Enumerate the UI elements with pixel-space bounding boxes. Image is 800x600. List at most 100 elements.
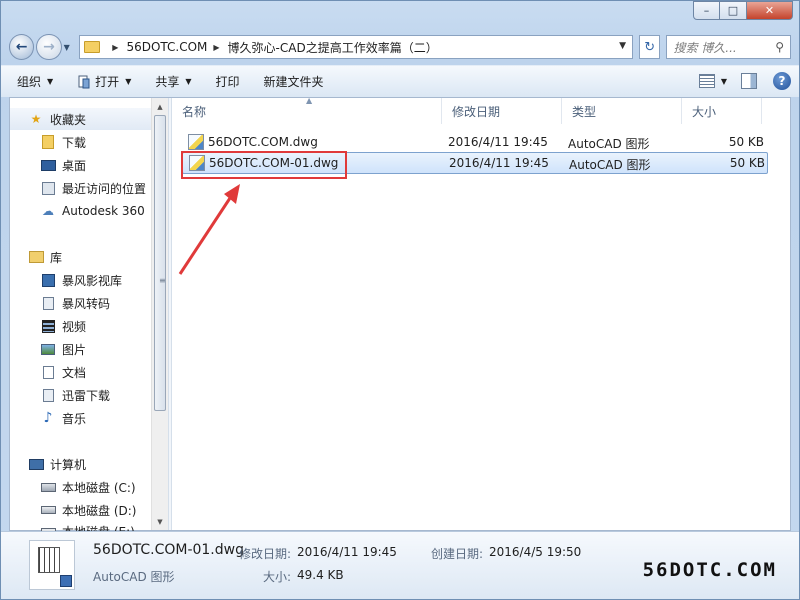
sidebar-item-recent-places[interactable]: 最近访问的位置 — [40, 177, 146, 199]
system-drive-icon — [40, 480, 56, 494]
file-row[interactable]: 56DOTC.COM.dwg 2016/4/11 19:45 AutoCAD 图… — [182, 131, 766, 153]
column-header-name[interactable]: 名称 ▲ — [172, 96, 442, 124]
breadcrumb-root[interactable]: 56DOTC.COM — [126, 40, 207, 54]
dropdown-arrow-icon: ▼ — [125, 77, 132, 86]
details-filetype: AutoCAD 图形 — [93, 570, 175, 584]
open-label: 打开 — [95, 75, 120, 89]
sidebar-item-downloads[interactable]: 下载 — [40, 131, 86, 153]
scrollbar-thumb[interactable]: ≡ — [154, 115, 166, 411]
sidebar-item-music[interactable]: ♪ 音乐 — [40, 407, 86, 429]
drive-icon — [40, 503, 56, 517]
desktop-icon — [40, 158, 56, 172]
sidebar-item-baofeng-library[interactable]: 暴风影视库 — [40, 269, 122, 291]
new-folder-button[interactable]: 新建文件夹 — [264, 73, 324, 90]
address-dropdown-icon[interactable]: ▼ — [619, 41, 626, 51]
refresh-button[interactable]: ↻ — [639, 35, 661, 59]
help-icon[interactable]: ? — [773, 72, 791, 90]
sidebar-item-desktop[interactable]: 桌面 — [40, 154, 86, 176]
sidebar-label: 迅雷下载 — [62, 388, 111, 403]
highlight-box — [181, 151, 347, 179]
column-header-modified[interactable]: 修改日期 — [442, 98, 562, 124]
sidebar-item-xunlei-downloads[interactable]: 迅雷下载 — [40, 384, 110, 406]
library-icon — [40, 388, 56, 402]
sidebar-label: Autodesk 360 — [62, 204, 145, 218]
column-headers: 名称 ▲ 修改日期 类型 大小 — [172, 96, 790, 124]
cloud-icon: ☁ — [42, 204, 54, 218]
sidebar-item-baofeng-transcode[interactable]: 暴风转码 — [40, 292, 110, 314]
chevron-right-icon[interactable]: ▶ — [213, 43, 219, 52]
open-button[interactable]: 打开 ▼ — [77, 73, 131, 90]
sidebar-label: 视频 — [62, 319, 87, 334]
watermark-text: 56DOTC.COM — [642, 559, 777, 581]
search-icon: ⚲ — [775, 40, 785, 54]
details-created-label: 创建日期: — [431, 547, 484, 561]
details-created-value: 2016/4/5 19:50 — [489, 545, 582, 559]
dropdown-arrow-icon: ▼ — [185, 77, 192, 86]
column-label: 类型 — [572, 104, 597, 119]
grip-icon: ≡ — [159, 276, 166, 285]
sidebar-item-favorites[interactable]: ★ 收藏夹 — [10, 108, 151, 130]
forward-button[interactable]: → — [36, 34, 62, 60]
sidebar-label: 暴风影视库 — [62, 273, 123, 288]
open-icon — [78, 75, 90, 88]
minimize-button[interactable]: – — [693, 1, 720, 20]
toolbar-right: ▼ ? — [698, 72, 791, 90]
folder-icon — [84, 41, 101, 53]
address-bar[interactable]: ▶ 56DOTC.COM ▶ 博久弥心-CAD之提高工作效率篇（二） ▼ — [79, 35, 634, 59]
share-button[interactable]: 共享 ▼ — [155, 73, 191, 90]
film-icon — [40, 319, 56, 333]
computer-icon — [28, 457, 44, 471]
sidebar-item-drive-c[interactable]: 本地磁盘 (C:) — [40, 476, 136, 498]
document-icon — [40, 365, 56, 379]
back-button[interactable]: ← — [9, 34, 35, 60]
sidebar-label: 文档 — [62, 365, 87, 380]
sidebar-item-documents[interactable]: 文档 — [40, 361, 86, 383]
search-box[interactable]: 搜索 博久... ⚲ — [666, 35, 792, 59]
star-icon: ★ — [30, 112, 42, 126]
sidebar-item-pictures[interactable]: 图片 — [40, 338, 86, 360]
breadcrumb-current[interactable]: 博久弥心-CAD之提高工作效率篇（二） — [228, 39, 438, 56]
sidebar-scrollbar[interactable]: ▲ ≡ ▼ — [151, 98, 168, 530]
file-thumbnail — [29, 540, 75, 590]
recent-pages-dropdown[interactable]: ▼ — [64, 43, 76, 52]
column-label: 大小 — [692, 104, 717, 119]
arrow-left-icon: ← — [15, 39, 28, 55]
details-modified-value: 2016/4/11 19:45 — [297, 545, 397, 559]
scroll-up-icon[interactable]: ▲ — [152, 98, 168, 115]
sidebar-label: 本地磁盘 (C:) — [62, 480, 136, 495]
sidebar-label: 下载 — [62, 135, 87, 150]
chevron-right-icon[interactable]: ▶ — [112, 43, 118, 52]
downloads-folder-icon — [40, 135, 56, 149]
file-modified: 2016/4/11 19:45 — [448, 135, 548, 149]
video-library-icon — [40, 273, 56, 287]
column-header-type[interactable]: 类型 — [562, 98, 682, 124]
column-label: 名称 — [182, 104, 207, 119]
sidebar-label: 桌面 — [62, 158, 87, 173]
organize-button[interactable]: 组织 ▼ — [17, 73, 53, 90]
libraries-icon — [28, 250, 44, 264]
file-size: 50 KB — [728, 135, 764, 149]
command-bar: 组织 ▼ 打开 ▼ 共享 ▼ 打印 新建文件夹 ▼ ? — [1, 65, 799, 97]
sidebar-item-drive-d[interactable]: 本地磁盘 (D:) — [40, 499, 136, 521]
view-dropdown-icon[interactable]: ▼ — [721, 77, 727, 86]
print-button[interactable]: 打印 — [216, 73, 240, 90]
view-options-icon[interactable] — [698, 74, 715, 88]
sidebar-item-autodesk-360[interactable]: ☁ Autodesk 360 — [40, 200, 145, 222]
details-size-label: 大小: — [263, 570, 292, 584]
refresh-icon: ↻ — [644, 39, 656, 55]
column-header-size[interactable]: 大小 — [682, 98, 762, 124]
sidebar-item-computer[interactable]: 计算机 — [28, 453, 86, 475]
details-filename: 56DOTC.COM-01.dwg — [93, 542, 244, 558]
dwg-file-icon — [188, 134, 204, 150]
search-placeholder: 搜索 博久... — [673, 40, 737, 55]
close-button[interactable]: ✕ — [747, 1, 793, 20]
caption-buttons: – □ ✕ — [693, 1, 793, 20]
music-note-icon: ♪ — [43, 410, 53, 426]
scroll-down-icon[interactable]: ▼ — [152, 513, 168, 530]
maximize-button[interactable]: □ — [720, 1, 747, 20]
preview-pane-icon[interactable] — [741, 73, 757, 89]
sidebar-item-libraries[interactable]: 库 — [28, 246, 62, 268]
sidebar-label: 收藏夹 — [50, 112, 87, 127]
sidebar-item-videos[interactable]: 视频 — [40, 315, 86, 337]
dropdown-arrow-icon: ▼ — [47, 77, 54, 86]
